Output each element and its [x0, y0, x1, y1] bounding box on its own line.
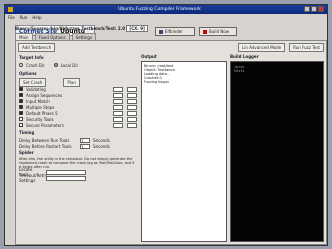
maximize-button[interactable] — [311, 5, 317, 12]
option-label: Assign Sequences — [26, 92, 63, 98]
close-button[interactable] — [318, 5, 324, 12]
option-checkbox[interactable] — [19, 87, 23, 91]
logger-line: tests — [234, 69, 245, 73]
app-window: Ubuntu Fuzzing Compiler Framework File R… — [4, 4, 328, 246]
option-fields — [113, 104, 137, 110]
option-field-a[interactable] — [113, 122, 123, 128]
logger-terminal[interactable]: /proc tests — [230, 61, 324, 242]
option-row: Secure Parameters — [19, 122, 137, 128]
delay-restart-label: Delay Before Restart Tools — [19, 143, 72, 149]
sub-toolbar: Add Testbench Lin Advanced Mode Run Fuzz… — [18, 43, 324, 52]
timeout-label: Timeout/Retry Settings — [19, 173, 48, 183]
option-field-a[interactable] — [113, 86, 123, 92]
menu-file[interactable]: File — [8, 15, 15, 20]
timeout-row: Timeout/Retry Settings — [19, 173, 137, 183]
spider-group-title: Spider — [19, 150, 34, 155]
options-group-title: Options — [19, 71, 37, 76]
main-panel: Add Testbench Lin Advanced Mode Run Fuzz… — [15, 40, 327, 245]
delay-restart-field[interactable]: 1 — [80, 143, 90, 150]
binder-icon — [159, 29, 163, 34]
delay-run-label: Delay Between Run Tools — [19, 137, 70, 143]
option-fields — [113, 116, 137, 122]
logger-title: Build Logger — [230, 54, 259, 59]
output-column: Output Binary: /root/test Object: Testben… — [141, 54, 227, 242]
app-icon — [8, 7, 13, 12]
option-fields — [113, 98, 137, 104]
option-checkbox[interactable] — [19, 93, 23, 97]
option-checkbox[interactable] — [19, 105, 23, 109]
option-field-a[interactable] — [113, 98, 123, 104]
elfbinder-label: Elfbinder — [165, 29, 183, 34]
option-field-b[interactable] — [127, 98, 137, 104]
option-fields — [113, 110, 137, 116]
menu-run[interactable]: Run — [20, 15, 28, 20]
delay-run-unit: Seconds — [93, 137, 110, 143]
option-label: Input Match — [26, 98, 50, 104]
delay-run-field[interactable]: 1 — [80, 137, 90, 144]
option-checkbox[interactable] — [19, 117, 23, 121]
options-column: Target Info Crash Dir Local Dir Options … — [19, 54, 137, 242]
local-dir-label: Local Dir — [60, 62, 79, 68]
menu-bar: File Run Help — [5, 14, 327, 20]
status-value: [CX: 9] — [126, 25, 148, 32]
crash-dir-radio[interactable] — [19, 63, 23, 67]
option-field-b[interactable] — [127, 110, 137, 116]
option-field-a[interactable] — [113, 110, 123, 116]
option-label: Default Phase 5 — [26, 110, 58, 116]
set-crash-button[interactable]: Set Crash — [19, 77, 47, 87]
option-field-a[interactable] — [113, 92, 123, 98]
option-checkbox[interactable] — [19, 111, 23, 115]
option-field-b[interactable] — [127, 122, 137, 128]
timing-group-title: Timing — [19, 130, 35, 135]
status-line: Binary/Source: /bin/libfuzzer, Testbench… — [15, 25, 148, 32]
option-field-b[interactable] — [127, 104, 137, 110]
output-list[interactable]: Binary: /root/test Object: Testbench Loadi… — [141, 61, 227, 242]
option-fields — [113, 122, 137, 128]
build-now-button[interactable]: Build Now — [199, 27, 237, 36]
option-field-a[interactable] — [113, 104, 123, 110]
status-text: Binary/Source: /bin/libfuzzer, Testbench… — [15, 26, 125, 31]
options-checklist: Validating Assign Sequences Input Match Mul… — [19, 86, 137, 128]
option-label: Security Tools — [26, 116, 54, 122]
option-fields — [113, 92, 137, 98]
delay-restart-unit: Seconds — [93, 143, 110, 149]
option-checkbox[interactable] — [19, 123, 23, 127]
advanced-mode-button[interactable]: Lin Advanced Mode — [238, 43, 286, 52]
logger-column: Build Logger /proc tests — [230, 54, 324, 242]
output-line: Fuzzing begun — [144, 80, 170, 84]
locate-tools-input[interactable] — [46, 169, 86, 175]
build-now-label: Build Now — [209, 29, 230, 34]
window-controls — [303, 5, 324, 14]
plan-button[interactable]: Plan — [63, 77, 80, 87]
target-group-title: Target Info — [19, 55, 44, 60]
option-field-b[interactable] — [127, 92, 137, 98]
crash-dir-label: Crash Dir — [26, 62, 45, 68]
output-title: Output — [141, 54, 157, 59]
minimize-button[interactable] — [304, 5, 310, 12]
option-checkbox[interactable] — [19, 99, 23, 103]
target-radio-row: Crash Dir Local Dir — [19, 62, 137, 68]
option-field-b[interactable] — [127, 86, 137, 92]
add-testbench-button[interactable]: Add Testbench — [18, 43, 56, 52]
option-field-a[interactable] — [113, 116, 123, 122]
menu-help[interactable]: Help — [32, 15, 41, 20]
elfbinder-button[interactable]: Elfbinder — [155, 27, 195, 36]
option-field-b[interactable] — [127, 116, 137, 122]
option-label: Multiple Steps — [26, 104, 55, 110]
window-title: Ubuntu Fuzzing Compiler Framework — [118, 7, 201, 12]
option-label: Validating — [26, 86, 46, 92]
option-label: Secure Parameters — [26, 122, 64, 128]
build-icon — [203, 29, 207, 34]
delay-restart-row: Delay Before Restart Tools 1 Seconds — [19, 143, 137, 150]
timeout-input[interactable] — [46, 175, 86, 181]
title-bar: Ubuntu Fuzzing Compiler Framework — [5, 5, 327, 14]
run-fuzz-button[interactable]: Run Fuzz Test — [289, 43, 324, 52]
local-dir-radio[interactable] — [53, 63, 58, 67]
option-fields — [113, 86, 137, 92]
options-buttons-row: Set Crash Plan — [19, 77, 137, 87]
